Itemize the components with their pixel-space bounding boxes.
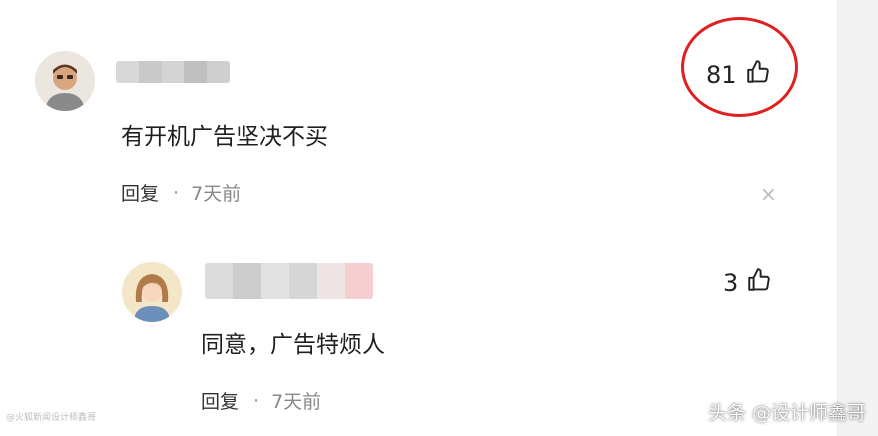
watermark-left: @火狐新闻设计师鑫哥 <box>6 413 97 423</box>
username-blurred[interactable] <box>116 61 230 83</box>
username-blurred[interactable] <box>205 263 373 299</box>
separator-dot: · <box>173 181 180 204</box>
highlight-circle <box>681 17 798 117</box>
scrollbar-track[interactable] <box>837 0 878 436</box>
timestamp: 7天前 <box>271 391 322 413</box>
reply-meta: 回复 · 7天前 <box>201 387 321 414</box>
reply-text: 同意，广告特烦人 <box>201 332 385 358</box>
separator-dot: · <box>253 389 260 412</box>
watermark-right: 头条 @设计师鑫哥 <box>707 402 866 424</box>
comment-text: 有开机广告坚决不买 <box>121 124 328 150</box>
timestamp: 7天前 <box>191 183 242 205</box>
like-button[interactable]: 3 <box>723 267 772 299</box>
avatar[interactable] <box>122 262 182 322</box>
close-icon[interactable]: × <box>760 182 777 206</box>
like-count: 3 <box>723 269 739 297</box>
thumbs-up-icon <box>738 267 772 299</box>
avatar[interactable] <box>35 51 95 111</box>
comment-meta: 回复 · 7天前 <box>121 179 241 206</box>
reply-button[interactable]: 回复 <box>201 387 239 414</box>
reply-button[interactable]: 回复 <box>121 179 159 206</box>
